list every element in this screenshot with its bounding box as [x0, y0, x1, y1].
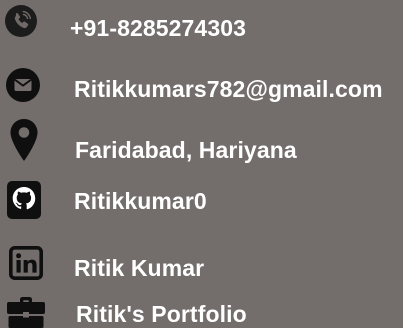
contact-row-portfolio[interactable]: Ritik's Portfolio — [0, 290, 403, 328]
contact-row-email[interactable]: Ritikkumars782@gmail.com — [0, 63, 403, 109]
phone-number: +91-8285274303 — [70, 15, 246, 41]
linkedin-name: Ritik Kumar — [74, 255, 205, 281]
envelope-icon — [6, 68, 40, 102]
contact-row-github[interactable]: Ritikkumar0 — [0, 178, 403, 224]
map-pin-icon — [10, 119, 38, 161]
email-address: Ritikkumars782@gmail.com — [74, 76, 383, 102]
linkedin-icon — [9, 246, 43, 280]
contact-row-linkedin[interactable]: Ritik Kumar — [0, 240, 403, 286]
phone-icon — [5, 5, 37, 37]
contact-row-location[interactable]: Faridabad, Hariyana — [0, 118, 403, 164]
portfolio-link[interactable]: Ritik's Portfolio — [76, 300, 247, 328]
location: Faridabad, Hariyana — [75, 137, 297, 163]
briefcase-icon — [7, 297, 45, 328]
contact-row-phone[interactable]: +91-8285274303 — [0, 2, 403, 48]
contact-panel: { "contacts": [ {"type": "phone", "icon"… — [0, 0, 403, 328]
github-icon — [7, 181, 41, 219]
github-username: Ritikkumar0 — [74, 188, 207, 214]
